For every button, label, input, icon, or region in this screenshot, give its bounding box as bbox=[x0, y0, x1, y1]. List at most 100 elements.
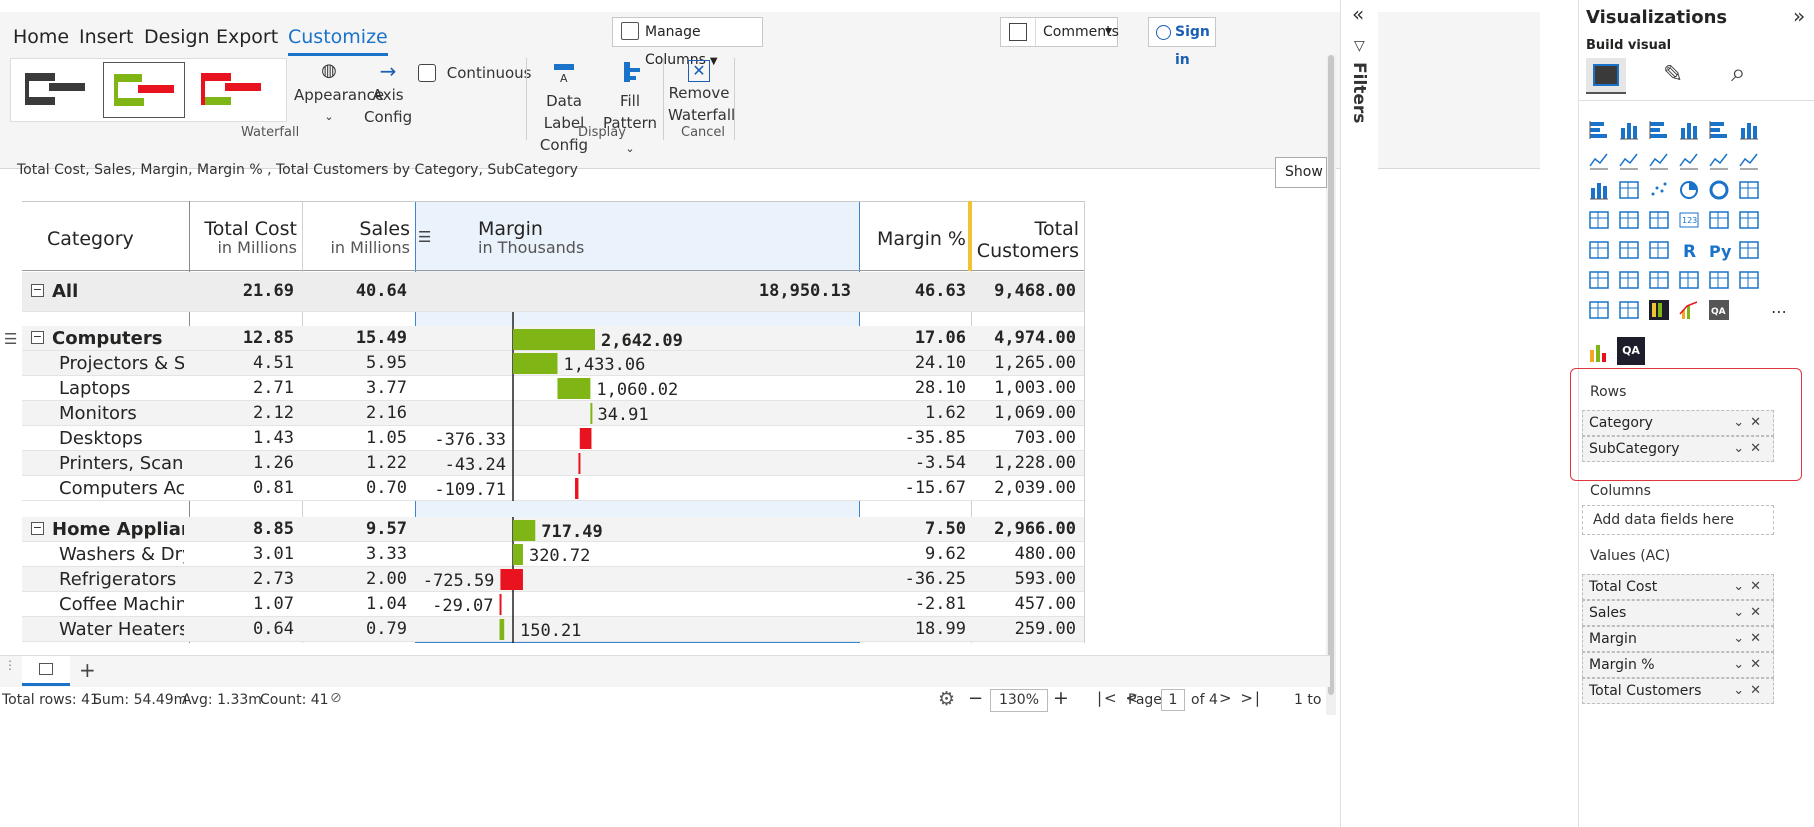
analytics-magnifier-icon[interactable]: ⌕ bbox=[1731, 58, 1746, 89]
values-field-total-customers[interactable]: Total Customers ⌄✕ bbox=[1582, 678, 1774, 704]
100-bar-icon[interactable] bbox=[1709, 121, 1727, 139]
clustered-bar-icon[interactable] bbox=[1649, 121, 1667, 139]
field-controls[interactable]: ⌄✕ bbox=[1733, 601, 1767, 625]
header-total-customers[interactable]: Total Customers bbox=[972, 218, 1079, 262]
more-options-icon[interactable]: ⋯ bbox=[1771, 302, 1787, 321]
header-total-cost[interactable]: Total Cost in Millions bbox=[190, 218, 297, 257]
last-page-icon[interactable]: > >| bbox=[1219, 689, 1262, 707]
stacked-column-icon[interactable] bbox=[1620, 123, 1638, 140]
page-tab-1[interactable] bbox=[22, 656, 70, 686]
waterfall-bar[interactable] bbox=[513, 353, 558, 374]
header-sales[interactable]: Sales in Millions bbox=[303, 218, 410, 257]
clustered-column-icon[interactable] bbox=[1680, 123, 1698, 140]
field-controls[interactable]: ⌄✕ bbox=[1733, 653, 1767, 677]
columns-drop-zone[interactable]: Add data fields here bbox=[1582, 505, 1774, 535]
funnel-icon[interactable] bbox=[1619, 181, 1639, 199]
build-visual-tab[interactable] bbox=[1586, 58, 1626, 94]
qa-visual-icon[interactable]: QA bbox=[1617, 337, 1645, 365]
qa-bubble-icon[interactable] bbox=[1619, 271, 1639, 289]
waterfall-bar[interactable] bbox=[500, 569, 523, 590]
expand-left-icon[interactable]: « bbox=[1352, 2, 1364, 26]
format-paintbrush-icon[interactable]: ✎ bbox=[1663, 60, 1683, 88]
scatter-icon[interactable] bbox=[1651, 182, 1667, 196]
line-column-icon[interactable] bbox=[1679, 153, 1698, 170]
python-visual-icon[interactable]: Py bbox=[1709, 242, 1732, 261]
inforiver-icon[interactable] bbox=[1649, 300, 1669, 320]
zoom-in-icon[interactable]: + bbox=[1053, 687, 1069, 709]
values-field-sales[interactable]: Sales ⌄✕ bbox=[1582, 600, 1774, 626]
qa-icon[interactable]: QA bbox=[1709, 300, 1729, 320]
drag-handle-icon[interactable]: ⋮ bbox=[4, 658, 16, 672]
collapse-toggle-icon[interactable]: − bbox=[31, 284, 44, 297]
custom-visual-icon[interactable] bbox=[1587, 340, 1611, 364]
waterfall-bar[interactable] bbox=[590, 403, 593, 424]
line-cluster-icon[interactable] bbox=[1709, 153, 1728, 170]
power-automate-icon[interactable] bbox=[1589, 301, 1609, 319]
waterfall-bar-total[interactable] bbox=[513, 520, 536, 541]
waterfall-icon[interactable] bbox=[1590, 183, 1608, 200]
pie-icon[interactable] bbox=[1680, 181, 1698, 199]
trophy-icon[interactable] bbox=[1679, 271, 1699, 289]
slicer-icon[interactable] bbox=[1589, 241, 1609, 259]
waterfall-bar[interactable] bbox=[499, 619, 505, 640]
waterfall-bar[interactable] bbox=[513, 544, 523, 565]
key-influencers-icon[interactable] bbox=[1739, 241, 1759, 259]
smart-narrative-icon[interactable] bbox=[1619, 301, 1639, 319]
collapse-toggle-icon[interactable]: − bbox=[31, 522, 44, 535]
header-margin[interactable]: Margin in Thousands bbox=[478, 218, 584, 257]
table-icon[interactable] bbox=[1619, 241, 1639, 259]
gear-icon[interactable]: ⚙ bbox=[938, 688, 955, 710]
waterfall-bar[interactable] bbox=[579, 428, 592, 449]
zoom-input[interactable]: 130% bbox=[990, 689, 1048, 712]
gauge-icon[interactable] bbox=[1649, 211, 1669, 229]
card-icon[interactable]: 123 bbox=[1679, 212, 1699, 228]
power-apps-icon[interactable] bbox=[1739, 271, 1759, 289]
decomposition-tree-icon[interactable] bbox=[1589, 271, 1609, 289]
rows-field-category[interactable]: Category ⌄✕ bbox=[1582, 410, 1774, 436]
collapse-right-icon[interactable]: » bbox=[1793, 4, 1805, 28]
line-chart-icon[interactable] bbox=[1589, 153, 1608, 170]
treemap-icon[interactable] bbox=[1739, 181, 1759, 199]
100-column-icon[interactable] bbox=[1740, 123, 1758, 140]
stacked-area-icon[interactable] bbox=[1649, 153, 1668, 170]
page-number-input[interactable]: 1 bbox=[1161, 689, 1185, 711]
filled-map-icon[interactable] bbox=[1619, 211, 1639, 229]
cell-total-customers: 1,069.00 bbox=[994, 403, 1076, 423]
values-field-margin-pct[interactable]: Margin % ⌄✕ bbox=[1582, 652, 1774, 678]
map-icon[interactable] bbox=[1589, 211, 1609, 229]
column-menu-icon[interactable]: ☰ bbox=[418, 228, 431, 246]
eye-hidden-icon[interactable]: ⊘ bbox=[330, 690, 342, 706]
kpi-icon[interactable] bbox=[1739, 211, 1759, 229]
header-margin-pct[interactable]: Margin % bbox=[862, 228, 966, 250]
paginated-report-icon[interactable] bbox=[1649, 271, 1669, 289]
field-controls[interactable]: ⌄✕ bbox=[1733, 437, 1767, 461]
stacked-bar-icon[interactable] bbox=[1589, 121, 1607, 139]
area-chart-icon[interactable] bbox=[1619, 153, 1638, 170]
r-visual-icon[interactable]: R bbox=[1683, 242, 1696, 262]
zoom-out-icon[interactable]: − bbox=[968, 688, 983, 709]
combo-icon[interactable] bbox=[1679, 301, 1698, 319]
field-controls[interactable]: ⌄✕ bbox=[1733, 679, 1767, 703]
collapse-toggle-icon[interactable]: − bbox=[31, 331, 44, 344]
waterfall-bar[interactable] bbox=[575, 478, 579, 499]
waterfall-bar-total[interactable] bbox=[513, 329, 595, 350]
field-controls[interactable]: ⌄✕ bbox=[1733, 411, 1767, 435]
donut-icon[interactable] bbox=[1709, 180, 1729, 200]
report-icon[interactable] bbox=[1709, 271, 1729, 289]
waterfall-bar[interactable] bbox=[499, 594, 502, 615]
ribbon-chart-icon[interactable] bbox=[1739, 153, 1758, 170]
values-field-margin[interactable]: Margin ⌄✕ bbox=[1582, 626, 1774, 652]
filters-pane-collapsed[interactable]: « ▽ Filters bbox=[1340, 0, 1378, 827]
field-controls[interactable]: ⌄✕ bbox=[1733, 575, 1767, 599]
header-category[interactable]: Category bbox=[47, 228, 134, 250]
row-menu-icon[interactable]: ☰ bbox=[4, 330, 17, 348]
add-page-icon[interactable]: + bbox=[79, 658, 96, 682]
waterfall-bar[interactable] bbox=[557, 378, 591, 399]
values-field-total-cost[interactable]: Total Cost ⌄✕ bbox=[1582, 574, 1774, 600]
multi-row-card-icon[interactable] bbox=[1709, 211, 1729, 229]
waterfall-bar[interactable] bbox=[578, 453, 581, 474]
field-controls[interactable]: ⌄✕ bbox=[1733, 627, 1767, 651]
cell-total-cost: 8.85 bbox=[253, 519, 294, 539]
rows-field-subcategory[interactable]: SubCategory ⌄✕ bbox=[1582, 436, 1774, 462]
matrix-icon[interactable] bbox=[1649, 241, 1669, 259]
